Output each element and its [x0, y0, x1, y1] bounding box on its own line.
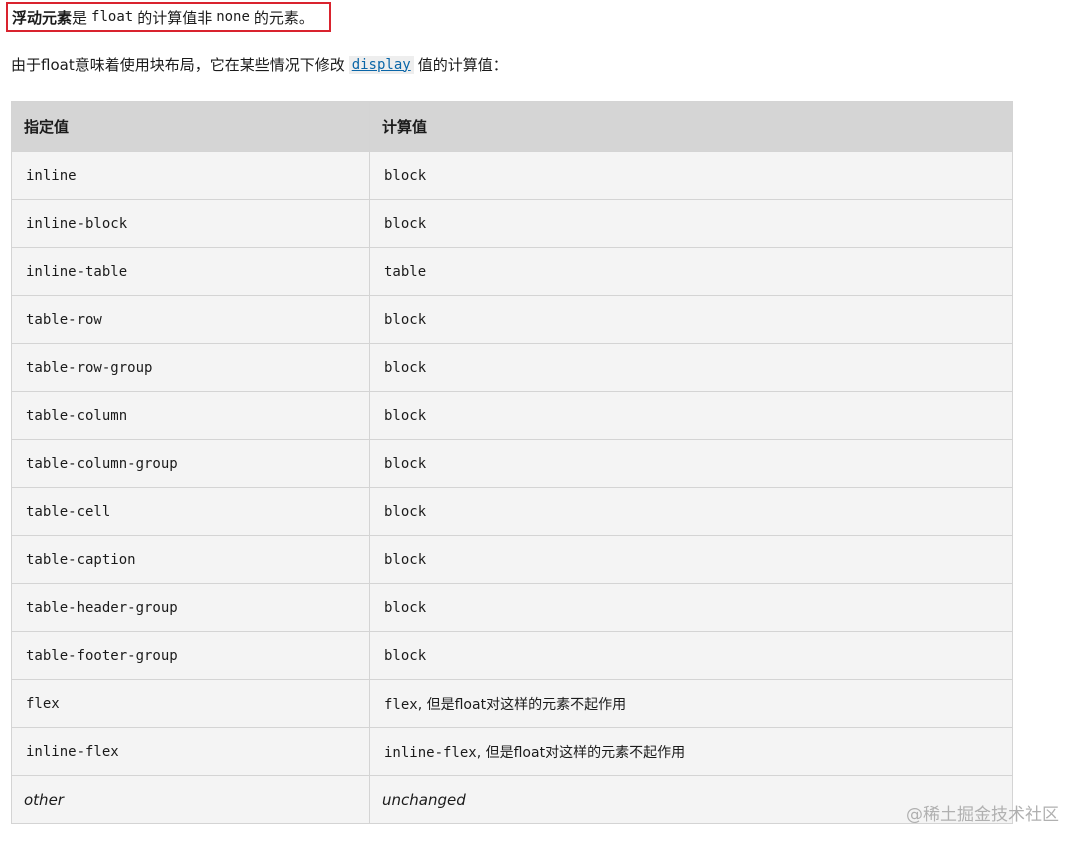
definition-term: 浮动元素	[12, 8, 73, 27]
specified-value-cell: table-row	[11, 295, 370, 344]
table-row: table-row block	[11, 295, 1013, 344]
specified-value-cell: table-column	[11, 391, 370, 440]
computed-value-cell: block	[369, 583, 1013, 632]
computed-value-code: block	[384, 599, 427, 616]
table-row: table-header-group block	[11, 583, 1013, 632]
specified-value-cell: table-row-group	[11, 343, 370, 392]
specified-value-cell: flex	[11, 679, 370, 728]
definition-text-1: 是	[72, 8, 88, 27]
computed-value-note: , 但是float对这样的元素不起作用	[476, 744, 686, 761]
specified-value-cell: inline-table	[11, 247, 370, 296]
definition-highlight-box: 浮动元素 是 float 的计算值非 none 的元素。	[6, 2, 331, 32]
computed-value-cell: block	[369, 343, 1013, 392]
computed-value-cell: block	[369, 391, 1013, 440]
computed-value-code: block	[384, 407, 427, 424]
computed-value-note: , 但是float对这样的元素不起作用	[417, 696, 627, 713]
intro-text-before: 由于float意味着使用块布局，它在某些情况下修改	[11, 56, 345, 74]
computed-value-code: block	[384, 551, 427, 568]
definition-text-2: 的计算值非	[137, 8, 213, 27]
intro-text-after: 值的计算值：	[417, 56, 508, 74]
code-float: float	[91, 9, 134, 25]
specified-value-cell: inline	[11, 151, 370, 200]
computed-value-code: block	[384, 503, 427, 520]
specified-value-cell: inline-flex	[11, 727, 370, 776]
specified-value-cell: inline-block	[11, 199, 370, 248]
table-row: table-column-group block	[11, 439, 1013, 488]
specified-value-cell: table-header-group	[11, 583, 370, 632]
computed-value-code: table	[384, 263, 427, 280]
table-row: inline-table table	[11, 247, 1013, 296]
computed-value-code: block	[384, 167, 427, 184]
display-values-table: 指定值 计算值 inline block inline-block block inli…	[11, 101, 1013, 824]
computed-value-code: inline-flex	[384, 744, 477, 761]
table-row: flex flex, 但是float对这样的元素不起作用	[11, 679, 1013, 728]
header-computed-value: 计算值	[369, 101, 1013, 152]
display-link[interactable]: display	[348, 55, 414, 74]
computed-value-cell: block	[369, 199, 1013, 248]
computed-value-code: flex	[384, 696, 418, 713]
computed-value-cell: inline-flex, 但是float对这样的元素不起作用	[369, 727, 1013, 776]
table-row-other: other unchanged	[11, 775, 1013, 824]
computed-value-code: block	[384, 311, 427, 328]
specified-value-cell: table-cell	[11, 487, 370, 536]
specified-value-cell: table-column-group	[11, 439, 370, 488]
code-none: none	[216, 9, 250, 25]
computed-value-code: block	[384, 647, 427, 664]
table-row: table-caption block	[11, 535, 1013, 584]
computed-value-code: block	[384, 359, 427, 376]
computed-value-cell: block	[369, 487, 1013, 536]
table-header-row: 指定值 计算值	[11, 101, 1013, 152]
computed-value-cell: block	[369, 439, 1013, 488]
computed-value-cell: block	[369, 151, 1013, 200]
specified-value-cell: table-footer-group	[11, 631, 370, 680]
computed-value-cell: block	[369, 535, 1013, 584]
computed-value-cell: block	[369, 295, 1013, 344]
watermark: @稀土掘金技术社区	[906, 805, 1059, 825]
definition-text-3: 的元素。	[253, 8, 314, 27]
specified-value-cell: table-caption	[11, 535, 370, 584]
table-row: inline-flex inline-flex, 但是float对这样的元素不起作…	[11, 727, 1013, 776]
intro-paragraph: 由于float意味着使用块布局，它在某些情况下修改 display 值的计算值：	[11, 54, 508, 75]
specified-value-cell: other	[11, 775, 370, 824]
computed-value-code: block	[384, 215, 427, 232]
computed-value-cell: block	[369, 631, 1013, 680]
table-row: table-cell block	[11, 487, 1013, 536]
header-specified-value: 指定值	[11, 101, 370, 152]
computed-value-cell: flex, 但是float对这样的元素不起作用	[369, 679, 1013, 728]
table-row: table-column block	[11, 391, 1013, 440]
table-row: table-row-group block	[11, 343, 1013, 392]
table-row: inline block	[11, 151, 1013, 200]
computed-value-cell: table	[369, 247, 1013, 296]
table-row: table-footer-group block	[11, 631, 1013, 680]
computed-value-code: block	[384, 455, 427, 472]
table-row: inline-block block	[11, 199, 1013, 248]
